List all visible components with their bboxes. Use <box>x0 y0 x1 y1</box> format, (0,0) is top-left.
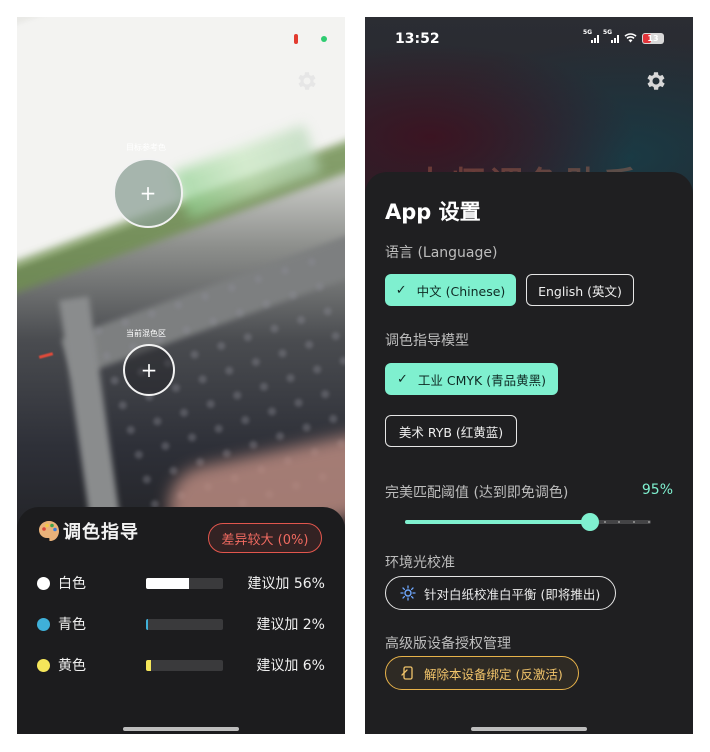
progress-bar-fill <box>146 619 148 630</box>
threshold-slider[interactable] <box>405 513 651 531</box>
chip-label: 工业 CMYK (青品黄黑) <box>417 372 546 388</box>
threshold-value: 95% <box>641 482 673 498</box>
language-option-english[interactable]: English (英文) <box>526 274 634 306</box>
model-option-cmyk[interactable]: ✓ 工业 CMYK (青品黄黑) <box>385 363 558 395</box>
reference-color-picker[interactable]: + <box>113 158 183 228</box>
color-guide-panel: 调色指导 差异较大 (0%) 白色 建议加 56% 青色 建议加 2% 黄色 建议加 6% <box>17 507 345 734</box>
add-icon: + <box>140 358 158 382</box>
check-icon: ✓ <box>397 371 408 387</box>
mix-color-picker[interactable]: + <box>123 344 175 396</box>
suggestion-text: 建议加 6% <box>256 658 325 674</box>
palette-icon <box>39 521 59 541</box>
slider-tick <box>648 521 650 523</box>
button-label: 针对白纸校准白平衡 (即将推出) <box>424 586 601 602</box>
home-indicator[interactable] <box>471 727 587 731</box>
progress-bar <box>146 660 223 671</box>
color-row: 黄色 建议加 6% <box>17 653 345 677</box>
status-icons: 5G 5G <box>583 29 683 47</box>
settings-screen: 大师调色助手 13:52 5G 5G 13 App 设置 语言 (Languag… <box>365 17 693 734</box>
guide-title: 调色指导 <box>63 522 139 543</box>
license-label: 高级版设备授权管理 <box>385 636 511 652</box>
sun-icon <box>400 585 416 601</box>
camera-active-indicator <box>321 36 327 42</box>
status-time: 13:52 <box>395 31 440 47</box>
signal-icon <box>591 35 599 43</box>
language-label: 语言 (Language) <box>385 245 498 261</box>
settings-gear-icon[interactable] <box>644 69 668 93</box>
progress-bar-fill <box>146 578 190 589</box>
chip-label: English (英文) <box>538 283 622 299</box>
camera-screen: 目标参考色 + 当前混色区 + 调色指导 差异较大 (0%) 白色 建议加 56%… <box>17 17 345 734</box>
mix-area-label: 当前混色区 <box>126 329 166 338</box>
settings-sheet: App 设置 语言 (Language) ✓ 中文 (Chinese) Engl… <box>365 172 693 734</box>
slider-fill <box>405 520 590 524</box>
suggestion-text: 建议加 56% <box>247 576 325 592</box>
check-icon: ✓ <box>395 282 407 298</box>
progress-bar-fill <box>146 660 151 671</box>
progress-bar <box>146 578 223 589</box>
signal-icon <box>611 35 619 43</box>
deactivate-device-button[interactable]: 解除本设备绑定 (反激活) <box>385 656 579 690</box>
color-dot <box>37 618 50 631</box>
slider-tick <box>618 521 621 523</box>
progress-bar <box>146 619 223 630</box>
color-row: 青色 建议加 2% <box>17 612 345 636</box>
threshold-label: 完美匹配阈值 (达到即免调色) <box>385 485 569 501</box>
model-option-ryb[interactable]: 美术 RYB (红黄蓝) <box>385 415 517 447</box>
slider-tick <box>603 521 606 523</box>
calibrate-white-balance-button[interactable]: 针对白纸校准白平衡 (即将推出) <box>385 576 616 610</box>
add-icon: + <box>139 181 157 205</box>
suggestion-text: 建议加 2% <box>256 617 325 633</box>
color-dot <box>37 577 50 590</box>
button-label: 解除本设备绑定 (反激活) <box>424 666 563 682</box>
reference-color-label: 目标参考色 <box>126 143 166 152</box>
language-option-chinese[interactable]: ✓ 中文 (Chinese) <box>385 274 516 306</box>
color-name: 白色 <box>58 576 86 592</box>
color-name: 青色 <box>58 617 86 633</box>
chip-label: 美术 RYB (红黄蓝) <box>398 424 504 440</box>
difference-status-badge: 差异较大 (0%) <box>208 523 322 553</box>
wifi-icon <box>624 33 637 43</box>
slider-tick <box>633 521 636 523</box>
chip-label: 中文 (Chinese) <box>416 283 506 299</box>
home-indicator[interactable] <box>123 727 239 731</box>
slider-thumb[interactable] <box>580 513 599 531</box>
settings-gear-icon[interactable] <box>295 69 319 93</box>
model-label: 调色指导模型 <box>385 333 469 349</box>
recording-indicator <box>294 34 298 44</box>
battery-icon: 13 <box>642 33 664 44</box>
color-name: 黄色 <box>58 658 86 674</box>
color-dot <box>37 659 50 672</box>
unlink-icon <box>401 666 413 680</box>
color-row: 白色 建议加 56% <box>17 571 345 595</box>
settings-title: App 设置 <box>385 200 481 224</box>
ambient-light-label: 环境光校准 <box>385 555 455 571</box>
